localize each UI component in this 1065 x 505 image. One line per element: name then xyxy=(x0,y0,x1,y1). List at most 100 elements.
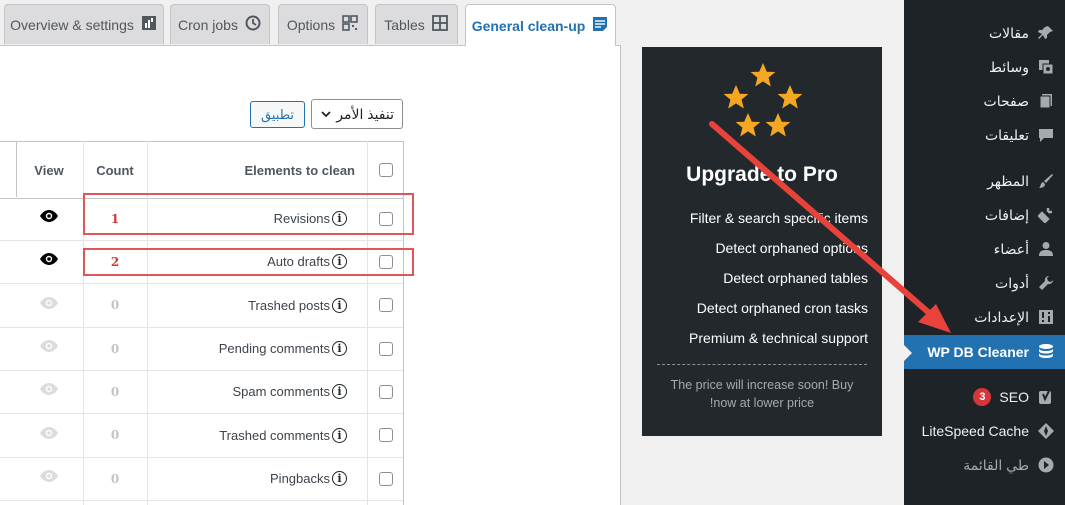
wrench-icon xyxy=(1037,274,1055,292)
current-indicator xyxy=(904,345,912,361)
element-count: 0 xyxy=(110,384,120,399)
table-row: Trashed comments i 0 xyxy=(0,413,403,458)
menu-item-label: الإعدادات xyxy=(974,308,1029,325)
qrcode-icon xyxy=(341,14,359,35)
chevron-down-icon xyxy=(320,107,332,123)
menu-item-posts[interactable]: مقالات xyxy=(904,16,1065,50)
feature-item: Detect orphaned cron tasks xyxy=(696,300,868,316)
column-divider xyxy=(16,141,17,197)
tab-cron-jobs[interactable]: Cron jobs xyxy=(170,4,270,44)
menu-item-label: أدوات xyxy=(995,274,1029,291)
tab-tables[interactable]: Tables xyxy=(375,4,458,44)
divider xyxy=(657,364,867,365)
menu-item-plugins[interactable]: إضافات xyxy=(904,198,1065,232)
element-name: Pending comments xyxy=(218,341,330,356)
element-name: Pingbacks xyxy=(270,471,330,486)
info-icon[interactable]: i xyxy=(332,297,347,313)
menu-item-settings[interactable]: الإعدادات xyxy=(904,300,1065,334)
highlight-box xyxy=(83,248,414,276)
menu-item-label: أعضاء xyxy=(993,240,1029,257)
menu-item-media[interactable]: وسائط xyxy=(904,50,1065,84)
feature-item: Detect orphaned tables xyxy=(723,270,868,286)
menu-item-label: طي القائمة xyxy=(963,456,1029,473)
select-all-checkbox[interactable] xyxy=(378,163,393,177)
yoast-icon xyxy=(1037,388,1055,406)
info-icon[interactable]: i xyxy=(332,341,347,356)
table-row: Pingbacks i 0 xyxy=(0,457,403,501)
menu-item-label: صفحات xyxy=(983,92,1029,109)
header-elements: Elements to clean xyxy=(244,162,355,178)
comment-icon xyxy=(1037,126,1055,144)
eye-icon[interactable] xyxy=(39,209,59,228)
eye-icon xyxy=(39,382,59,401)
table-header-row: Elements to clean Count View xyxy=(0,141,403,199)
info-icon[interactable]: i xyxy=(332,471,347,486)
menu-item-label: وسائط xyxy=(989,58,1029,75)
promo-title: Upgrade to Pro xyxy=(686,163,838,186)
menu-item-label: تعليقات xyxy=(984,126,1029,143)
plugin-icon xyxy=(1037,206,1055,224)
menu-item-litespeed-cache[interactable]: LiteSpeed Cache xyxy=(904,414,1065,448)
element-name: Spam comments xyxy=(232,384,330,399)
menu-item-tools[interactable]: أدوات xyxy=(904,266,1065,300)
menu-item-wp-db-cleaner[interactable]: WP DB Cleaner xyxy=(904,335,1065,369)
collapse-menu-button[interactable]: طي القائمة xyxy=(904,448,1065,482)
collapse-icon xyxy=(1037,456,1055,474)
feature-item: Filter & search specific items xyxy=(689,210,868,226)
menu-item-pages[interactable]: صفحات xyxy=(904,84,1065,118)
header-count: Count xyxy=(96,162,134,178)
element-count: 0 xyxy=(110,471,120,486)
pages-icon xyxy=(1037,92,1055,110)
row-checkbox[interactable] xyxy=(378,428,393,442)
table-row: Trashed posts i 0 xyxy=(0,283,403,328)
element-count: 0 xyxy=(110,341,120,356)
eye-icon xyxy=(39,469,59,488)
notification-badge: 3 xyxy=(973,388,992,406)
row-checkbox[interactable] xyxy=(378,384,393,399)
menu-item-comments[interactable]: تعليقات xyxy=(904,118,1065,152)
bulk-action-select[interactable]: تنفيذ الأمر xyxy=(311,99,403,129)
row-checkbox[interactable] xyxy=(378,341,393,356)
menu-item-label: إضافات xyxy=(984,206,1029,223)
info-icon[interactable]: i xyxy=(332,384,347,399)
element-count: 0 xyxy=(110,298,120,312)
tab-overview-settings[interactable]: Overview & settings xyxy=(4,4,164,44)
element-name: Trashed comments xyxy=(219,427,330,443)
chart-icon xyxy=(140,14,158,35)
database-icon xyxy=(1037,343,1055,361)
menu-item-seo[interactable]: 3 SEO xyxy=(904,380,1065,414)
feature-item: Premium & technical support xyxy=(689,330,868,346)
tab-label: Cron jobs xyxy=(178,16,238,33)
header-view: View xyxy=(34,162,64,178)
tab-options[interactable]: Options xyxy=(278,4,368,44)
litespeed-icon xyxy=(1037,422,1055,440)
table-row: Pending comments i 0 xyxy=(0,327,403,371)
document-icon xyxy=(591,15,609,36)
upgrade-pro-box: Upgrade to Pro Filter & search specific … xyxy=(642,47,882,436)
menu-item-label: المظهر xyxy=(987,172,1029,189)
tab-general-clean-up[interactable]: General clean-up xyxy=(465,4,616,46)
media-icon xyxy=(1037,58,1055,76)
menu-item-appearance[interactable]: المظهر xyxy=(904,164,1065,198)
settings-icon xyxy=(1037,308,1055,326)
menu-item-label: مقالات xyxy=(988,24,1029,41)
menu-item-users[interactable]: أعضاء xyxy=(904,232,1065,266)
row-checkbox[interactable] xyxy=(378,471,393,486)
eye-icon[interactable] xyxy=(39,252,59,271)
info-icon[interactable]: i xyxy=(332,427,347,443)
tab-label: Tables xyxy=(384,16,425,33)
eye-icon xyxy=(39,339,59,358)
grid-icon xyxy=(431,14,449,35)
tab-label: Options xyxy=(286,16,336,33)
apply-button[interactable]: تطبيق xyxy=(250,101,305,128)
history-icon xyxy=(244,14,262,35)
menu-item-label: LiteSpeed Cache xyxy=(921,423,1029,439)
price-note: The price will increase soon! Buy !now a… xyxy=(670,378,854,410)
row-checkbox[interactable] xyxy=(378,298,393,312)
tab-label: General clean-up xyxy=(471,17,586,34)
brush-icon xyxy=(1037,172,1055,190)
user-icon xyxy=(1037,240,1055,258)
table-row: Spam comments i 0 xyxy=(0,370,403,414)
stars-icon xyxy=(718,60,808,149)
element-count: 0 xyxy=(110,428,120,442)
